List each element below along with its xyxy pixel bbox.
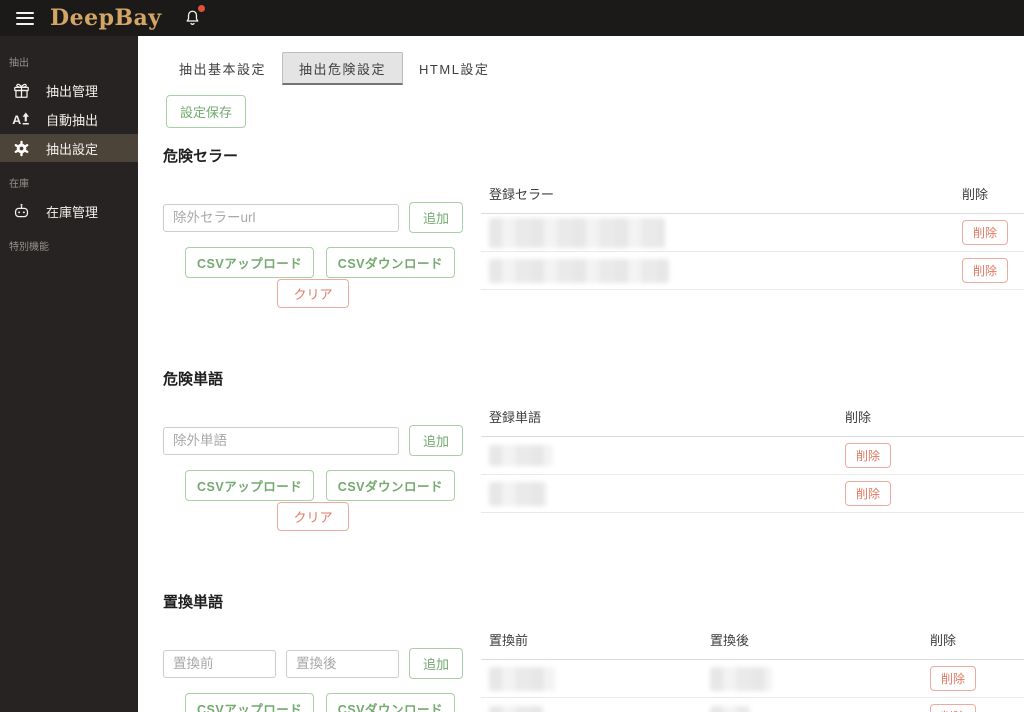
sidebar-item-extract-settings[interactable]: 抽出設定 bbox=[0, 134, 138, 162]
add-seller-button[interactable]: 追加 bbox=[408, 202, 463, 233]
tab-extract-basic-settings[interactable]: 抽出基本設定 bbox=[163, 52, 282, 85]
delete-row-button[interactable]: 削除 bbox=[930, 666, 977, 691]
csv-upload-button[interactable]: CSVアップロード bbox=[185, 247, 315, 278]
delete-row-button[interactable]: 削除 bbox=[845, 443, 892, 468]
clear-button[interactable]: クリア bbox=[277, 279, 349, 308]
svg-text:A: A bbox=[12, 113, 21, 127]
redacted-before-value bbox=[489, 706, 543, 712]
sidebar: 抽出 抽出管理 A 自動抽出 抽出設定 在庫 在庫管理 特別機能 bbox=[0, 36, 138, 712]
section-title: 危険セラー bbox=[163, 147, 239, 165]
danger-seller-form: 追加 CSVアップロード CSVダウンロード クリア bbox=[163, 174, 463, 308]
tab-extract-danger-settings[interactable]: 抽出危険設定 bbox=[282, 52, 404, 85]
danger-word-form: 追加 CSVアップロード CSVダウンロード クリア bbox=[163, 397, 463, 531]
replacement-words-table: 置換前 置換後 削除 削除 削除 bbox=[481, 620, 1024, 712]
table-row: 削除 bbox=[481, 252, 1024, 290]
replace-word-form: 追加 CSVアップロード CSVダウンロード クリア bbox=[163, 620, 464, 712]
section-title: 危険単語 bbox=[163, 370, 224, 388]
auto-extract-icon: A bbox=[12, 110, 31, 129]
replace-after-input[interactable] bbox=[286, 649, 399, 678]
sidebar-item-label: 在庫管理 bbox=[46, 204, 99, 220]
delete-row-button[interactable]: 削除 bbox=[962, 220, 1009, 245]
sidebar-group-stock: 在庫 bbox=[9, 179, 29, 190]
section-danger-words: 危険単語 追加 CSVアップロード CSVダウンロード クリア bbox=[163, 368, 1024, 531]
main-content: 抽出基本設定 抽出危険設定 HTML設定 設定保存 危険セラー 追加 CSVアッ… bbox=[138, 36, 1024, 712]
sidebar-item-auto-extract[interactable]: A 自動抽出 bbox=[0, 105, 138, 133]
add-replacement-button[interactable]: 追加 bbox=[409, 648, 464, 679]
replace-before-input[interactable] bbox=[163, 649, 276, 678]
column-header-registered-word: 登録単語 bbox=[489, 410, 542, 425]
section-danger-sellers: 危険セラー 追加 CSVアップロード CSVダウンロード クリア bbox=[163, 145, 1024, 308]
sidebar-item-label: 抽出管理 bbox=[46, 83, 99, 99]
redacted-seller-value bbox=[489, 258, 669, 283]
registered-sellers-table: 登録セラー 削除 削除 削除 bbox=[481, 174, 1024, 308]
redacted-before-value bbox=[489, 666, 555, 691]
delete-row-button[interactable]: 削除 bbox=[845, 481, 892, 506]
tab-html-settings[interactable]: HTML設定 bbox=[403, 52, 505, 85]
exclude-word-input[interactable] bbox=[163, 426, 399, 455]
settings-tabs: 抽出基本設定 抽出危険設定 HTML設定 bbox=[163, 52, 1024, 85]
registered-words-table: 登録単語 削除 削除 削除 bbox=[481, 397, 1024, 531]
gear-icon bbox=[12, 139, 31, 158]
table-row: 削除 bbox=[481, 214, 1024, 252]
redacted-after-value bbox=[710, 706, 750, 712]
redacted-after-value bbox=[710, 666, 772, 691]
section-replace-words: 置換単語 追加 CSVアップロード CSVダウンロード クリア bbox=[163, 591, 1024, 712]
csv-download-button[interactable]: CSVダウンロード bbox=[325, 693, 455, 712]
column-header-registered-seller: 登録セラー bbox=[489, 187, 555, 202]
hamburger-icon[interactable] bbox=[16, 11, 34, 25]
csv-download-button[interactable]: CSVダウンロード bbox=[325, 247, 455, 278]
sidebar-item-label: 自動抽出 bbox=[46, 112, 99, 128]
column-header-delete: 削除 bbox=[962, 187, 989, 202]
robot-icon bbox=[12, 202, 31, 221]
clear-button[interactable]: クリア bbox=[277, 502, 349, 531]
topbar: DeepBay bbox=[0, 0, 1024, 36]
delete-row-button[interactable]: 削除 bbox=[962, 258, 1009, 283]
redacted-word-value bbox=[489, 445, 553, 466]
redacted-word-value bbox=[489, 481, 547, 506]
sidebar-group-special: 特別機能 bbox=[9, 242, 49, 253]
save-settings-button[interactable]: 設定保存 bbox=[166, 95, 247, 128]
sidebar-item-label: 抽出設定 bbox=[46, 141, 99, 157]
section-title: 置換単語 bbox=[163, 593, 224, 611]
add-word-button[interactable]: 追加 bbox=[408, 425, 463, 456]
table-row: 削除 bbox=[481, 437, 1024, 475]
column-header-replace-before: 置換前 bbox=[489, 633, 529, 648]
csv-download-button[interactable]: CSVダウンロード bbox=[325, 470, 455, 501]
delete-row-button[interactable]: 削除 bbox=[930, 704, 977, 712]
redacted-seller-value bbox=[489, 217, 665, 248]
gift-icon bbox=[12, 81, 31, 100]
notifications-button[interactable] bbox=[182, 5, 205, 29]
table-row: 削除 bbox=[481, 660, 1024, 698]
sidebar-item-stock-management[interactable]: 在庫管理 bbox=[0, 197, 138, 225]
sidebar-group-extract: 抽出 bbox=[9, 58, 29, 69]
app-logo: DeepBay bbox=[50, 5, 162, 31]
column-header-delete: 削除 bbox=[930, 633, 957, 648]
csv-upload-button[interactable]: CSVアップロード bbox=[185, 470, 315, 501]
notification-badge bbox=[197, 5, 205, 12]
exclude-seller-url-input[interactable] bbox=[163, 203, 399, 232]
table-row: 削除 bbox=[481, 698, 1024, 712]
table-row: 削除 bbox=[481, 475, 1024, 513]
column-header-replace-after: 置換後 bbox=[710, 633, 750, 648]
column-header-delete: 削除 bbox=[845, 410, 872, 425]
csv-upload-button[interactable]: CSVアップロード bbox=[185, 693, 315, 712]
sidebar-item-extract-management[interactable]: 抽出管理 bbox=[0, 76, 138, 104]
